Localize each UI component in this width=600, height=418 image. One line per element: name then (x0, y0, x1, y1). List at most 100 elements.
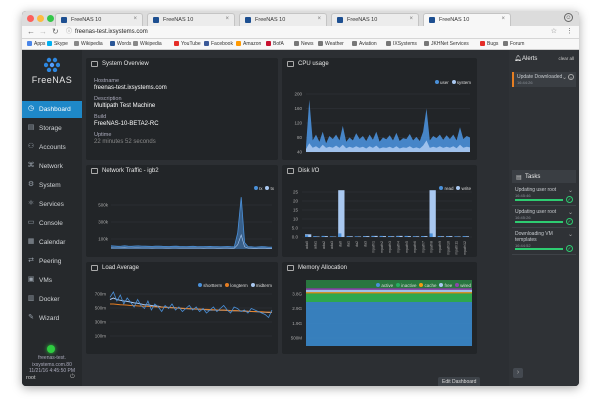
sidebar-item-dashboard[interactable]: ◷ Dashboard (22, 101, 82, 118)
bookmark-item[interactable]: Weather (318, 41, 344, 47)
memory-allocation-panel: Memory Allocation active inactive cache fre… (282, 262, 477, 354)
disk-write-bar (346, 236, 350, 237)
sidebar-item-vms[interactable]: ▣ VMs (22, 272, 82, 289)
y-tick-label: 3.8G (292, 292, 302, 297)
bookmark-item[interactable]: Wikipedia (133, 41, 162, 47)
dismiss-alert-icon[interactable]: × (568, 74, 574, 80)
sidebar-item-wizard[interactable]: ✎ Wizard (22, 310, 82, 327)
bookmark-item[interactable]: Aviation (352, 41, 377, 47)
current-user[interactable]: root (26, 375, 35, 381)
disk-write-bar (313, 236, 317, 237)
browser-window: FreeNAS 10 × FreeNAS 10 × FreeNAS 10 × FreeNAS… (22, 11, 579, 386)
disk-io-panel: Disk I/O read write 25 20 15 10 5.0 0.0 ada0 ada… (282, 165, 477, 257)
back-icon[interactable]: ← (27, 27, 35, 36)
close-tab-icon[interactable]: × (317, 16, 321, 22)
page-info-icon[interactable]: ⓘ (66, 28, 72, 37)
bookmark-item[interactable]: Skype (47, 41, 68, 47)
bookmark-item[interactable]: IXSystems (386, 41, 417, 47)
chevron-down-icon[interactable]: ⌄ (568, 231, 573, 238)
task-item[interactable]: Downloading VM templates 16:44:52 ⌄ ✓ (512, 229, 576, 255)
edit-dashboard-button[interactable]: Edit Dashboard (438, 377, 481, 386)
sidebar-item-system[interactable]: ⚙ System (22, 177, 82, 194)
bookmark-label: News (301, 41, 314, 47)
memory-cache-area (306, 292, 472, 294)
disk-write-bar (462, 236, 466, 237)
disk-read-bar (429, 190, 436, 237)
sidebar-item-calendar[interactable]: ▦ Calendar (22, 234, 82, 251)
y-tick-label: 20 (293, 199, 299, 204)
x-tick-label: ada2 (322, 241, 326, 249)
sidebar-item-console[interactable]: ▭ Console (22, 215, 82, 232)
menu-icon[interactable]: ⋮ (566, 27, 573, 35)
close-tab-icon[interactable]: × (225, 16, 229, 22)
bookmark-item[interactable]: Words (110, 41, 131, 47)
browser-tab[interactable]: FreeNAS 10 × (147, 13, 235, 26)
bookmark-icon (174, 41, 179, 46)
cpu-user-area (306, 99, 470, 152)
y-tick-label: 5.0 (292, 226, 299, 231)
reload-icon[interactable]: ↻ (52, 27, 59, 36)
bookmark-item[interactable]: BofA (266, 41, 284, 47)
browser-tab[interactable]: FreeNAS 10 × (423, 13, 511, 26)
sidebar-item-network[interactable]: ⌘ Network (22, 158, 82, 175)
bookmark-icon (74, 41, 79, 46)
power-icon[interactable]: ⏻ (70, 374, 75, 381)
sidebar-item-storage[interactable]: ▤ Storage (22, 120, 82, 137)
network-traffic-panel: Network Traffic - igb2 rx tx 500k 300k 100k (86, 165, 278, 257)
freenas-favicon-icon (61, 17, 67, 23)
chevron-down-icon[interactable]: ⌄ (568, 187, 573, 194)
freenas-favicon-icon (337, 17, 343, 23)
tab-label: FreeNAS 10 (439, 17, 470, 23)
minimize-window-icon[interactable] (37, 15, 44, 22)
task-item[interactable]: Updating user root 16:45:26 ⌄ ✓ (512, 207, 576, 228)
task-item[interactable]: Updating user root 16:45:46 ⌄ ✓ (512, 185, 576, 206)
maximize-window-icon[interactable] (47, 15, 54, 22)
logo-text: FreeNAS (31, 75, 73, 85)
profile-icon[interactable]: ☺ (564, 13, 573, 22)
url-field[interactable]: ⓘ freenas-test.ixsystems.com (66, 28, 536, 37)
alert-item[interactable]: Update Downloaded 16:44:26 ⌄ × (512, 72, 576, 87)
calendar-icon: ▦ (27, 238, 35, 245)
bookmark-label: Wikipedia (81, 41, 103, 47)
tab-label: FreeNAS 10 (71, 17, 102, 23)
bookmark-item[interactable]: Apps (27, 41, 45, 47)
browser-tab[interactable]: FreeNAS 10 × (331, 13, 419, 26)
description-label: Description (94, 96, 122, 102)
bookmark-item[interactable]: News (294, 41, 314, 47)
system-status-indicator (47, 345, 55, 353)
sidebar-item-docker[interactable]: ▥ Docker (22, 291, 82, 308)
memory-chart: 3.8G 2.9G 1.9G 500M (291, 280, 472, 346)
storage-icon: ▤ (27, 124, 35, 131)
bookmark-star-icon[interactable]: ☆ (551, 27, 557, 35)
close-tab-icon[interactable]: × (409, 16, 413, 22)
bookmark-item[interactable]: YouTube (174, 41, 201, 47)
freenas-favicon-icon (429, 17, 435, 23)
sidebar-item-label: Storage (39, 125, 62, 132)
forward-icon[interactable]: → (39, 27, 47, 36)
expand-panel-button[interactable]: › (513, 368, 523, 378)
clear-all-button[interactable]: clear all (558, 56, 574, 61)
chevron-down-icon[interactable]: ⌄ (568, 209, 573, 216)
browser-tab[interactable]: FreeNAS 10 × (239, 13, 327, 26)
sidebar-item-accounts[interactable]: ⚇ Accounts (22, 139, 82, 156)
close-tab-icon[interactable]: × (501, 16, 505, 22)
task-time: 16:45:46 (515, 193, 531, 198)
bookmark-item[interactable]: Bugs (480, 41, 498, 47)
panel-title: System Overview (102, 61, 149, 67)
bookmark-item[interactable]: Wikipedia (74, 41, 103, 47)
freenas-favicon-icon (153, 17, 159, 23)
browser-tab[interactable]: FreeNAS 10 × (55, 13, 143, 26)
chevron-down-icon[interactable]: ⌄ (562, 74, 567, 81)
bookmark-item[interactable]: Facebook (204, 41, 233, 47)
sidebar-item-peering[interactable]: ⇄ Peering (22, 253, 82, 270)
bookmark-item[interactable]: Forum (503, 41, 524, 47)
x-tick-label: mpath1 (372, 241, 376, 253)
bookmark-item[interactable]: Amazon (236, 41, 261, 47)
close-window-icon[interactable] (27, 15, 34, 22)
bookmark-item[interactable]: JKHNet Services (424, 41, 469, 47)
sidebar-item-services[interactable]: ⚛ Services (22, 196, 82, 213)
y-tick-label: 500k (98, 203, 109, 208)
y-tick-label: 200 (294, 92, 302, 97)
close-tab-icon[interactable]: × (133, 16, 137, 22)
build-label: Build (94, 114, 107, 120)
